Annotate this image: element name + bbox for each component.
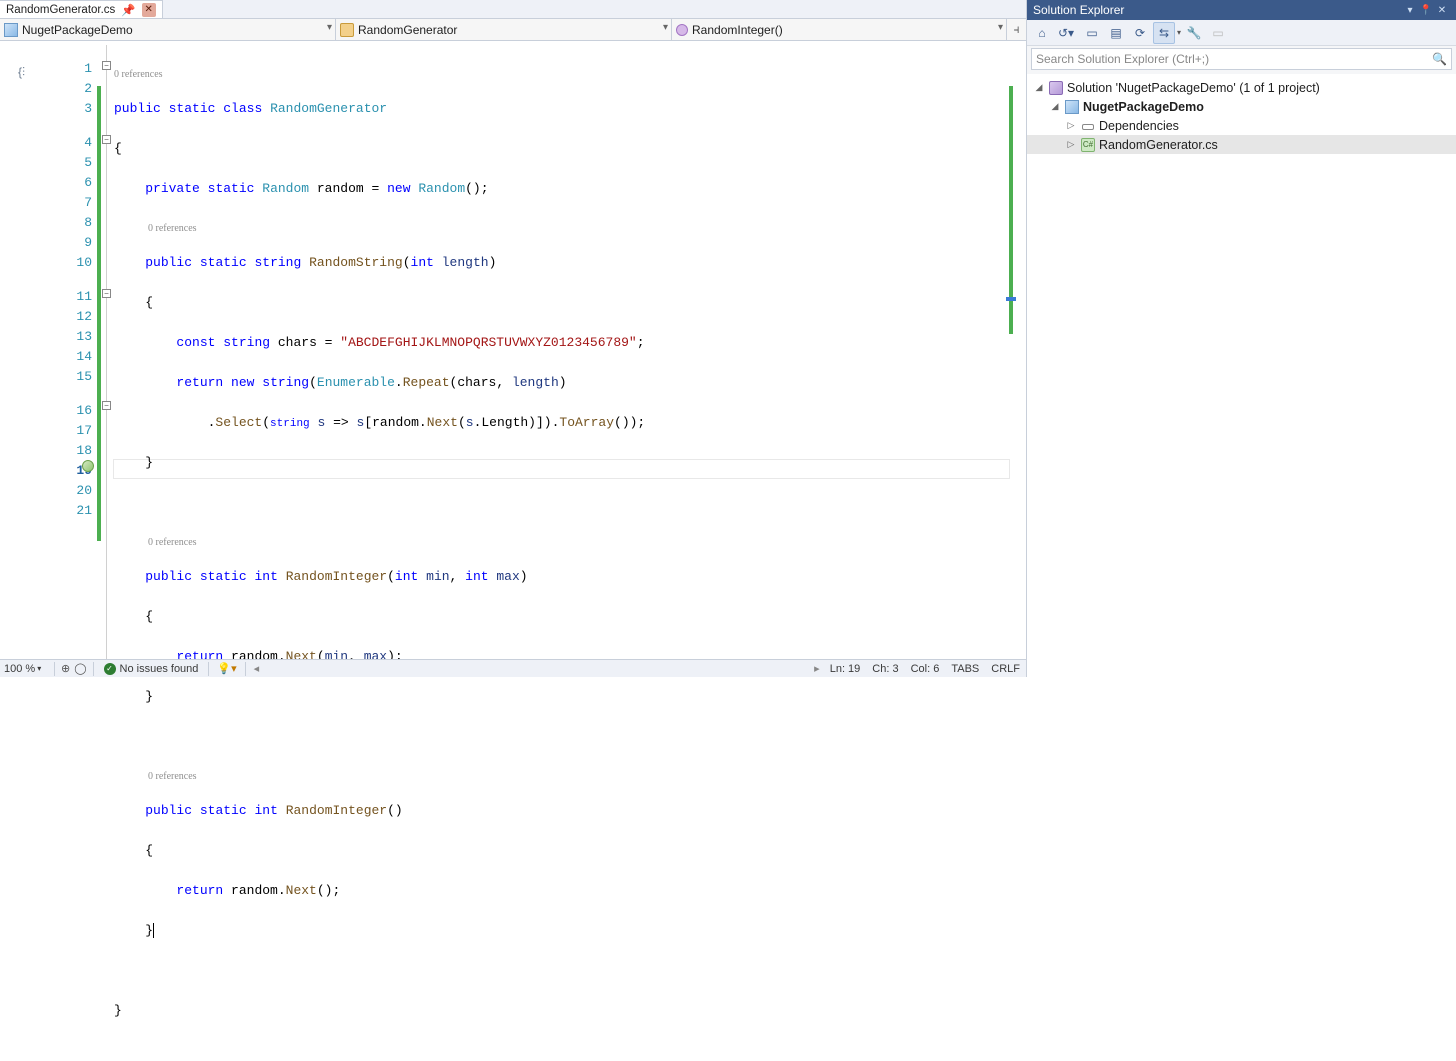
chevron-down-icon: ▾ bbox=[327, 22, 332, 33]
ok-icon: ✓ bbox=[104, 663, 116, 675]
solution-explorer-toolbar: ⌂ ↺▾ ▭ ▤ ⟳ ⇆ ▾ 🔧 ▭ bbox=[1027, 20, 1456, 46]
tab-filename: RandomGenerator.cs bbox=[6, 4, 115, 16]
solution-icon bbox=[1049, 81, 1063, 95]
member-name: RandomInteger() bbox=[692, 23, 783, 37]
expand-toggle[interactable]: ◢ bbox=[1049, 101, 1061, 112]
codelens-references[interactable]: 0 references bbox=[114, 65, 1026, 79]
solution-node[interactable]: ◢ Solution 'NugetPackageDemo' (1 of 1 pr… bbox=[1027, 78, 1456, 97]
back-icon[interactable]: ↺▾ bbox=[1055, 22, 1077, 44]
file-node[interactable]: ▷ C# RandomGenerator.cs bbox=[1027, 135, 1456, 154]
fold-toggle[interactable]: − bbox=[102, 401, 111, 410]
caret-line[interactable]: Ln: 19 bbox=[824, 663, 867, 675]
member-selector[interactable]: RandomInteger() ▾ bbox=[672, 19, 1007, 40]
error-list-status[interactable]: ✓ No issues found bbox=[98, 663, 205, 675]
lightbulb-icon[interactable]: 💡▾ bbox=[213, 662, 240, 675]
caret-col[interactable]: Col: 6 bbox=[905, 663, 946, 675]
line-ending[interactable]: CRLF bbox=[985, 663, 1026, 675]
scope-indicator-icon[interactable]: {⫶ bbox=[18, 65, 36, 81]
collapse-all-icon[interactable]: ▭ bbox=[1081, 22, 1103, 44]
show-all-files-icon[interactable]: ▤ bbox=[1105, 22, 1127, 44]
code-editor[interactable]: 0 references public static class RandomG… bbox=[114, 41, 1026, 659]
fold-toggle[interactable]: − bbox=[102, 135, 111, 144]
class-name: RandomGenerator bbox=[358, 23, 457, 37]
search-placeholder: Search Solution Explorer (Ctrl+;) bbox=[1036, 52, 1209, 66]
chevron-down-icon: ▾ bbox=[663, 22, 668, 33]
chevron-down-icon: ▾ bbox=[998, 22, 1003, 33]
fold-toggle[interactable]: − bbox=[102, 61, 111, 70]
panel-options-icon[interactable]: ▾ bbox=[1402, 5, 1418, 16]
project-selector[interactable]: NugetPackageDemo ▾ bbox=[0, 19, 336, 40]
editor-status-bar: 100 %▾ ⊕ ◯ ✓ No issues found 💡▾ ◂ ▸ Ln: … bbox=[0, 659, 1026, 677]
solution-tree[interactable]: ◢ Solution 'NugetPackageDemo' (1 of 1 pr… bbox=[1027, 74, 1456, 677]
solution-search-input[interactable]: Search Solution Explorer (Ctrl+;) 🔍 bbox=[1031, 48, 1452, 70]
code-folding-bar[interactable]: − − − − bbox=[100, 41, 114, 659]
health-icon[interactable]: ◯ bbox=[72, 662, 88, 675]
health-icon[interactable]: ⊕ bbox=[59, 662, 72, 675]
close-icon[interactable]: ✕ bbox=[1434, 5, 1450, 16]
csharp-project-icon bbox=[1065, 100, 1079, 114]
expand-toggle[interactable]: ▷ bbox=[1065, 120, 1077, 131]
codelens-references[interactable]: 0 references bbox=[114, 767, 1026, 781]
search-icon[interactable]: 🔍 bbox=[1432, 52, 1447, 66]
project-node[interactable]: ◢ NugetPackageDemo bbox=[1027, 97, 1456, 116]
sync-with-active-icon[interactable]: ⇆ bbox=[1153, 22, 1175, 44]
line-number-gutter: 1 2 3 4 5 6 7 8 9 10 11 12 13 14 15 16 1… bbox=[20, 41, 100, 659]
class-selector[interactable]: RandomGenerator ▾ bbox=[336, 19, 672, 40]
pin-icon[interactable]: 📍 bbox=[1418, 5, 1434, 16]
solution-explorer-titlebar[interactable]: Solution Explorer ▾ 📍 ✕ bbox=[1027, 0, 1456, 20]
scroll-right-icon[interactable]: ▸ bbox=[810, 662, 824, 675]
split-editor-icon[interactable]: ⫞ bbox=[1007, 19, 1026, 40]
quick-action-icon[interactable] bbox=[82, 460, 94, 472]
home-icon[interactable]: ⌂ bbox=[1031, 22, 1053, 44]
codelens-references[interactable]: 0 references bbox=[114, 219, 1026, 233]
caret-char[interactable]: Ch: 3 bbox=[866, 663, 904, 675]
file-tab[interactable]: RandomGenerator.cs 📌 ✕ bbox=[0, 0, 163, 18]
expand-toggle[interactable]: ◢ bbox=[1033, 82, 1045, 93]
refresh-icon[interactable]: ⟳ bbox=[1129, 22, 1151, 44]
project-name: NugetPackageDemo bbox=[22, 23, 133, 37]
method-icon bbox=[676, 24, 688, 36]
properties-icon[interactable]: 🔧 bbox=[1183, 22, 1205, 44]
scroll-left-icon[interactable]: ◂ bbox=[250, 662, 264, 675]
codelens-references[interactable]: 0 references bbox=[114, 533, 1026, 547]
preview-icon[interactable]: ▭ bbox=[1207, 22, 1229, 44]
fold-toggle[interactable]: − bbox=[102, 289, 111, 298]
dependencies-node[interactable]: ▷ Dependencies bbox=[1027, 116, 1456, 135]
panel-title: Solution Explorer bbox=[1033, 3, 1124, 17]
class-icon bbox=[340, 23, 354, 37]
zoom-level[interactable]: 100 %▾ bbox=[0, 663, 50, 675]
dependencies-icon bbox=[1081, 119, 1095, 133]
text-caret bbox=[153, 923, 154, 938]
csharp-file-icon: C# bbox=[1081, 138, 1095, 152]
csharp-project-icon bbox=[4, 23, 18, 37]
indent-mode[interactable]: TABS bbox=[945, 663, 985, 675]
close-tab-icon[interactable]: ✕ bbox=[142, 3, 156, 17]
pin-icon[interactable]: 📌 bbox=[121, 3, 135, 17]
expand-toggle[interactable]: ▷ bbox=[1065, 139, 1077, 150]
